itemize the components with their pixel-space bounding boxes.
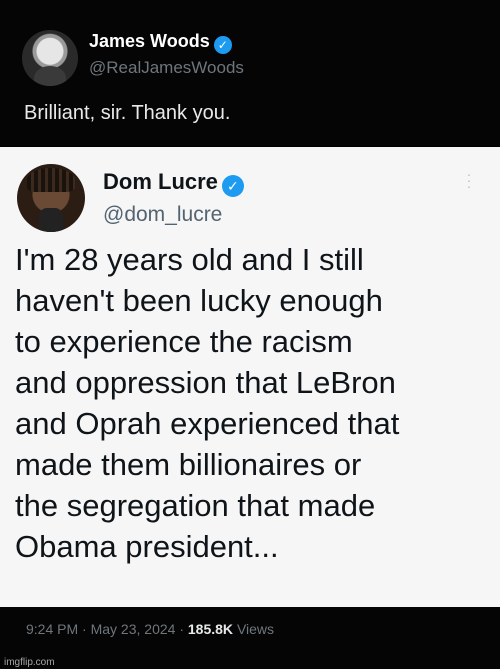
views-label: Views <box>236 621 275 637</box>
post-text-line: Obama president... <box>15 529 279 564</box>
author-handle[interactable]: @dom_lucre <box>103 203 222 227</box>
author-handle[interactable]: @RealJamesWoods <box>89 58 244 78</box>
post-text-line: I'm 28 years old and I still <box>15 242 364 277</box>
avatar[interactable] <box>22 30 78 86</box>
top-post: James Woods ✓ @RealJamesWoods Brilliant, … <box>0 0 500 146</box>
post-meta: 9:24 PM · May 23, 2024 · 185.8K Views <box>26 621 274 637</box>
post-text-line: the segregation that made <box>15 488 376 523</box>
post-text-line: made them billionaires or <box>15 447 362 482</box>
post-text-line: to experience the racism <box>15 324 353 359</box>
avatar[interactable] <box>17 164 85 232</box>
separator: · <box>179 621 184 637</box>
post-date[interactable]: May 23, 2024 <box>91 621 176 637</box>
watermark: imgflip.com <box>4 657 55 668</box>
quoted-post[interactable]: Dom Lucre ✓ @dom_lucre · · · I'm 28 years o… <box>0 147 500 607</box>
post-text: I'm 28 years old and I still haven't bee… <box>15 239 495 567</box>
post-time[interactable]: 9:24 PM <box>26 621 78 637</box>
verified-badge-icon: ✓ <box>213 36 232 54</box>
author-name[interactable]: Dom Lucre ✓ <box>103 169 244 197</box>
more-options-icon[interactable]: · · · <box>466 167 472 193</box>
author-name-text[interactable]: James Woods <box>89 31 210 51</box>
post-text: Brilliant, sir. Thank you. <box>24 102 231 124</box>
post-text-line: and oppression that LeBron <box>15 365 396 400</box>
author-name[interactable]: James Woods ✓ <box>89 31 232 54</box>
separator: · <box>82 621 87 637</box>
views-count[interactable]: 185.8K <box>188 621 233 637</box>
post-text-line: haven't been lucky enough <box>15 283 383 318</box>
verified-badge-icon: ✓ <box>221 175 244 197</box>
author-name-text[interactable]: Dom Lucre <box>103 169 218 194</box>
post-text-line: and Oprah experienced that <box>15 406 400 441</box>
post-meta-bar: 9:24 PM · May 23, 2024 · 185.8K Views im… <box>0 607 500 669</box>
